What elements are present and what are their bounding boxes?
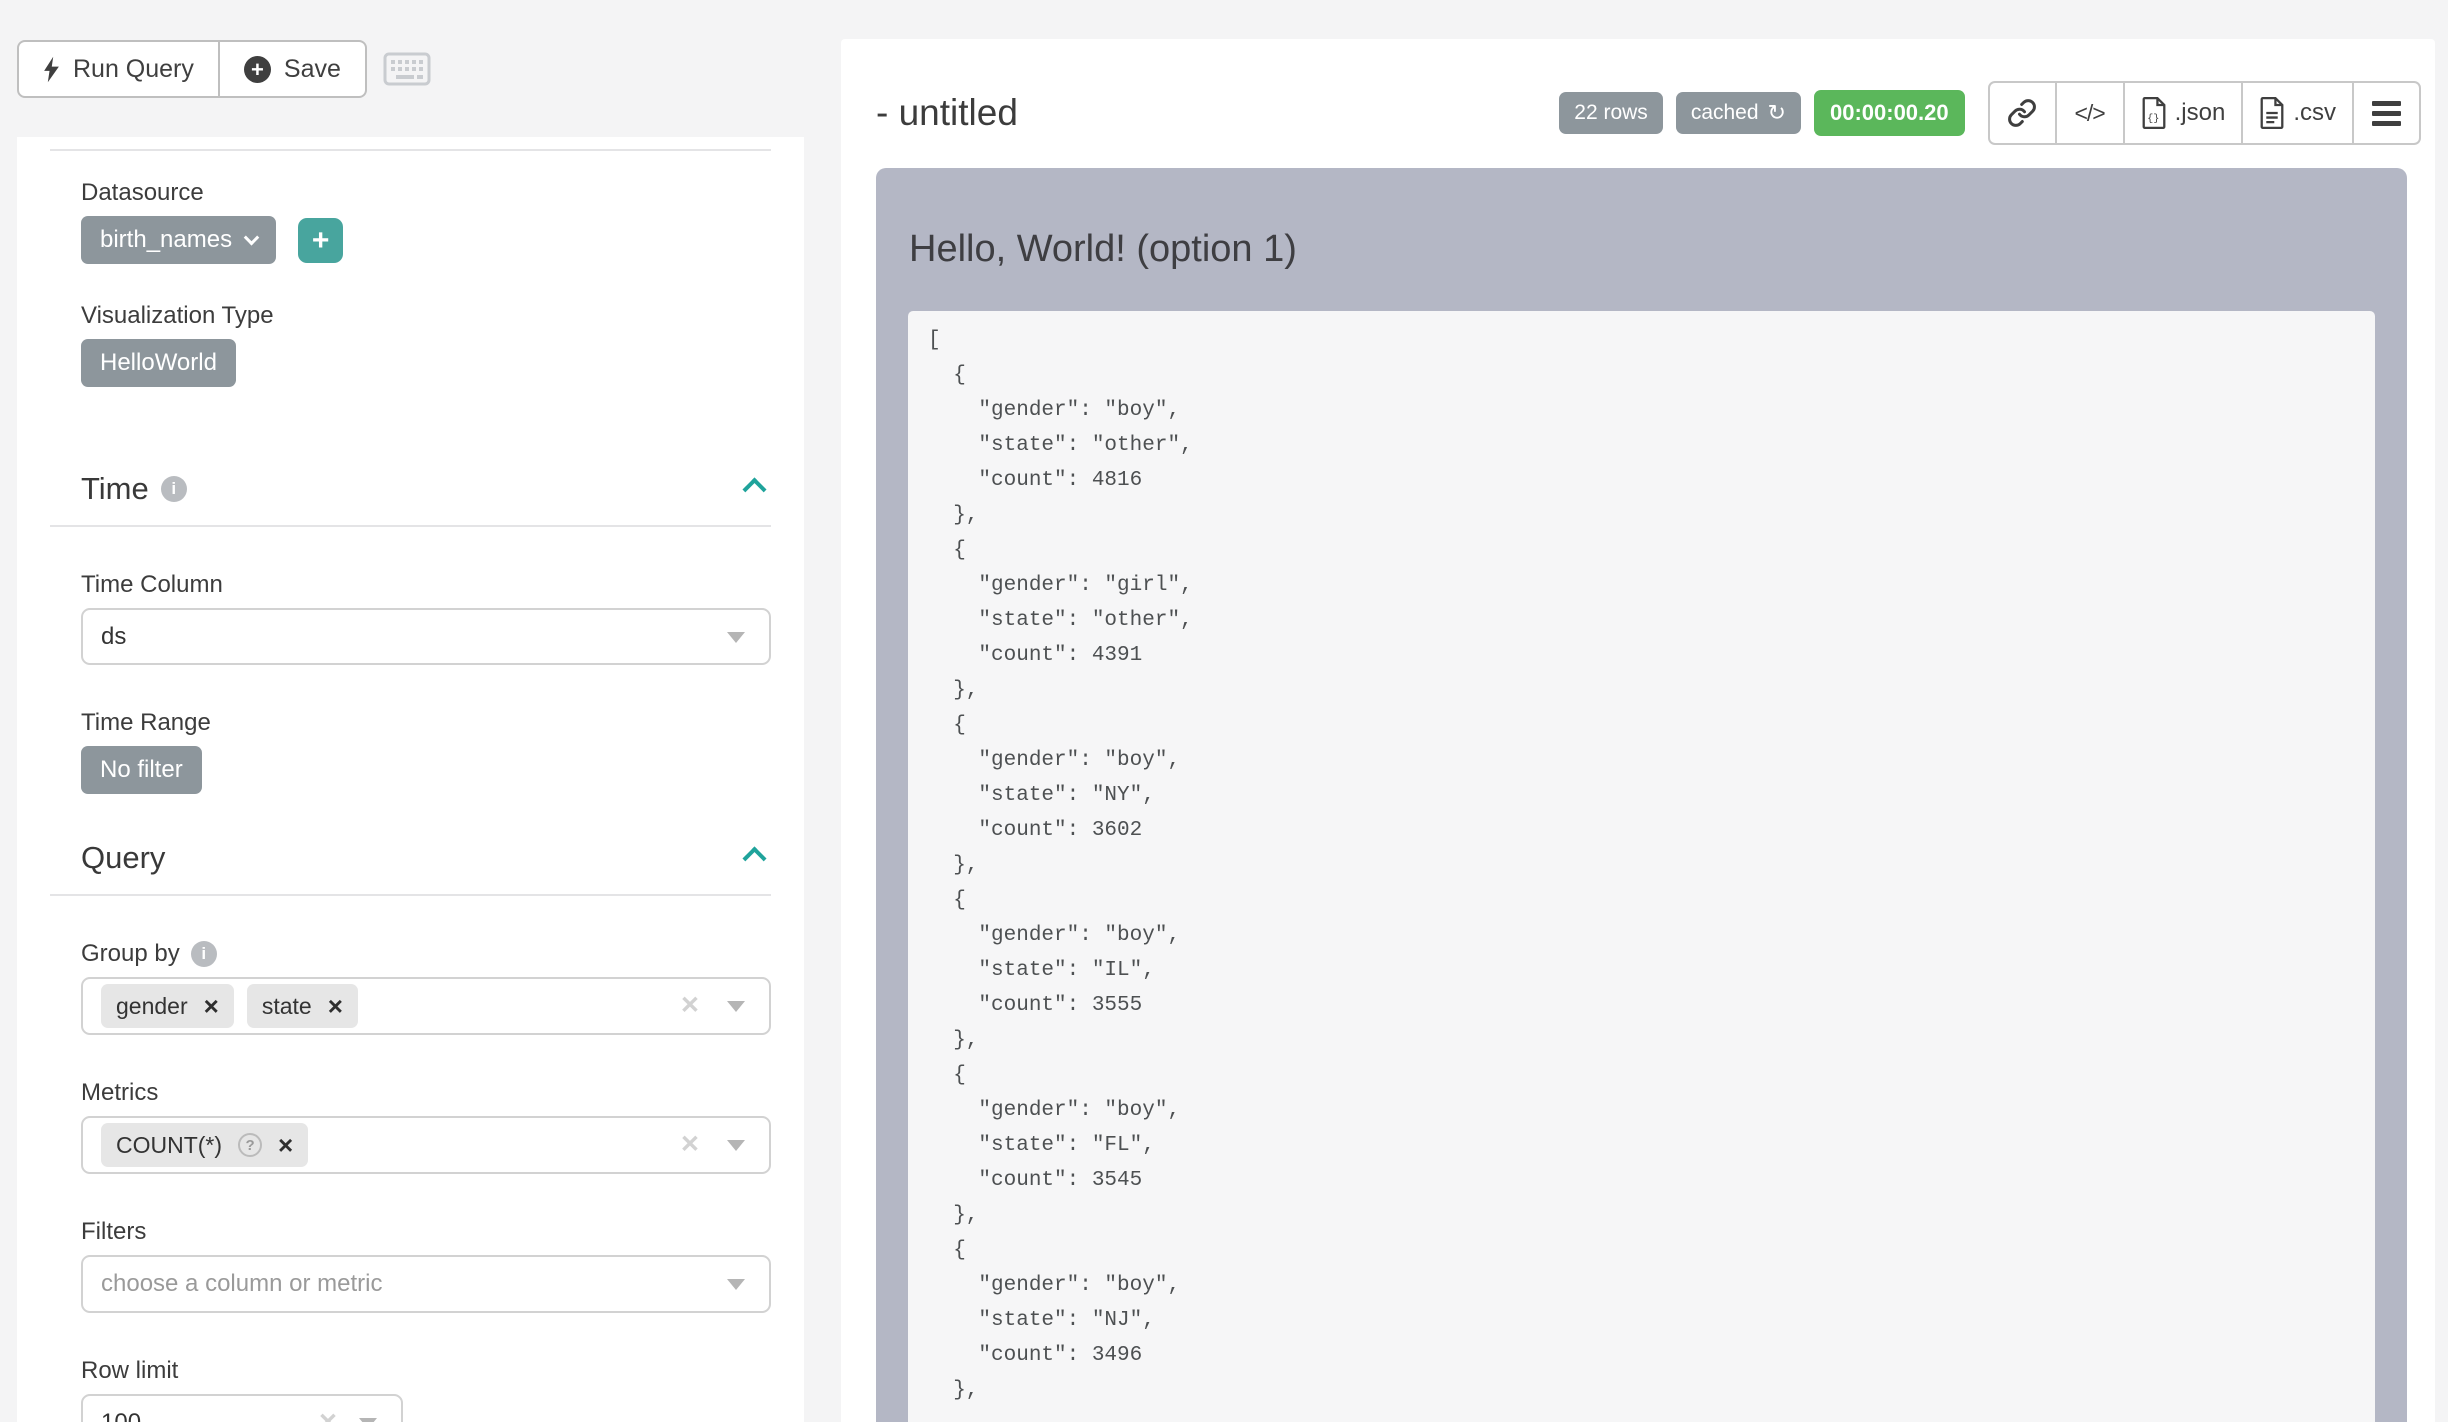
query-section-title: Query bbox=[81, 840, 165, 876]
collapse-chevron-up-icon[interactable] bbox=[742, 846, 766, 870]
info-icon: i bbox=[191, 941, 217, 967]
row-count-badge: 22 rows bbox=[1559, 92, 1663, 134]
row-limit-value: 100 bbox=[101, 1409, 141, 1422]
code-icon: </> bbox=[2074, 100, 2104, 127]
csv-file-icon bbox=[2259, 97, 2285, 129]
hamburger-icon bbox=[2372, 101, 2401, 126]
info-icon: i bbox=[161, 476, 187, 502]
control-panel: Datasource birth_names + Visualization T… bbox=[17, 137, 804, 1422]
save-label: Save bbox=[284, 55, 341, 84]
plus-circle-icon: + bbox=[244, 56, 271, 83]
row-limit-select[interactable]: 100 × bbox=[81, 1394, 403, 1422]
remove-chip-icon[interactable]: × bbox=[204, 991, 219, 1022]
time-section-header: Time i bbox=[81, 471, 771, 507]
time-section-title: Time bbox=[81, 471, 149, 507]
export-button-group: </> {} .json .csv bbox=[1988, 81, 2421, 145]
export-csv-label: .csv bbox=[2293, 99, 2336, 127]
metrics-label: Metrics bbox=[81, 1079, 771, 1107]
export-csv-button[interactable]: .csv bbox=[2242, 81, 2353, 145]
short-link-button[interactable] bbox=[1988, 81, 2056, 145]
menu-button[interactable] bbox=[2353, 81, 2421, 145]
filters-label: Filters bbox=[81, 1218, 771, 1246]
cached-badge[interactable]: cached ↻ bbox=[1676, 92, 1801, 134]
time-column-value: ds bbox=[101, 623, 126, 651]
time-range-label: Time Range bbox=[81, 709, 771, 737]
time-range-button[interactable]: No filter bbox=[81, 746, 202, 794]
clear-select-icon[interactable]: × bbox=[681, 987, 699, 1023]
clear-select-icon[interactable]: × bbox=[681, 1126, 699, 1162]
section-divider bbox=[50, 894, 771, 896]
refresh-icon: ↻ bbox=[1768, 102, 1786, 124]
dropdown-triangle-icon bbox=[727, 1001, 745, 1012]
clear-select-icon[interactable]: × bbox=[319, 1404, 337, 1422]
query-section-header: Query bbox=[81, 840, 771, 876]
dropdown-triangle-icon bbox=[727, 1279, 745, 1290]
keyboard-shortcuts-icon[interactable] bbox=[383, 52, 431, 86]
dropdown-triangle-icon bbox=[727, 1140, 745, 1151]
remove-chip-icon[interactable]: × bbox=[278, 1130, 293, 1161]
datasource-value: birth_names bbox=[100, 226, 232, 254]
time-column-select[interactable]: ds bbox=[81, 608, 771, 665]
chevron-down-icon bbox=[244, 229, 260, 245]
lightning-bolt-icon bbox=[43, 56, 60, 83]
export-json-button[interactable]: {} .json bbox=[2124, 81, 2243, 145]
chart-title: Hello, World! (option 1) bbox=[909, 228, 2407, 271]
group-by-label: Group by i bbox=[81, 940, 771, 968]
question-circle-icon: ? bbox=[238, 1133, 262, 1157]
chart-json-output: [ { "gender": "boy", "state": "other", "… bbox=[928, 323, 2375, 1408]
run-query-label: Run Query bbox=[73, 55, 194, 84]
time-column-label: Time Column bbox=[81, 571, 771, 599]
visualization-panel: Hello, World! (option 1) [ { "gender": "… bbox=[876, 168, 2407, 1422]
collapse-chevron-up-icon[interactable] bbox=[742, 477, 766, 501]
filters-select[interactable]: choose a column or metric bbox=[81, 1255, 771, 1313]
svg-text:{}: {} bbox=[2147, 113, 2159, 125]
group-by-select[interactable]: gender × state × × bbox=[81, 977, 771, 1035]
datasource-select-button[interactable]: birth_names bbox=[81, 216, 276, 264]
slice-title[interactable]: - untitled bbox=[876, 92, 1018, 134]
panel-top-divider bbox=[50, 149, 771, 151]
save-button[interactable]: + Save bbox=[220, 40, 367, 98]
datasource-label: Datasource bbox=[81, 179, 771, 207]
viz-type-value: HelloWorld bbox=[100, 349, 217, 377]
dropdown-triangle-icon bbox=[727, 632, 745, 643]
query-button-group: Run Query + Save bbox=[17, 40, 367, 98]
run-query-button[interactable]: Run Query bbox=[17, 40, 220, 98]
row-limit-label: Row limit bbox=[81, 1357, 771, 1385]
time-range-value: No filter bbox=[100, 756, 183, 784]
section-divider bbox=[50, 525, 771, 527]
export-json-label: .json bbox=[2175, 99, 2226, 127]
group-by-chip[interactable]: gender × bbox=[101, 984, 234, 1028]
result-header: - untitled 22 rows cached ↻ 00:00:00.20 bbox=[841, 39, 2435, 145]
group-by-chip[interactable]: state × bbox=[247, 984, 358, 1028]
chip-label: gender bbox=[116, 993, 188, 1020]
viz-type-label: Visualization Type bbox=[81, 302, 771, 330]
json-file-icon: {} bbox=[2141, 97, 2167, 129]
viz-type-button[interactable]: HelloWorld bbox=[81, 339, 236, 387]
explore-toolbar: Run Query + Save bbox=[17, 40, 431, 98]
filters-placeholder: choose a column or metric bbox=[101, 1270, 382, 1298]
chart-code-container[interactable]: [ { "gender": "boy", "state": "other", "… bbox=[908, 311, 2375, 1422]
chip-label: COUNT(*) bbox=[116, 1132, 222, 1159]
link-icon bbox=[2007, 98, 2037, 128]
chip-label: state bbox=[262, 993, 312, 1020]
view-query-button[interactable]: </> bbox=[2056, 81, 2124, 145]
result-panel: - untitled 22 rows cached ↻ 00:00:00.20 bbox=[841, 39, 2435, 1422]
dropdown-triangle-icon bbox=[359, 1418, 377, 1422]
add-datasource-button[interactable]: + bbox=[298, 218, 343, 263]
timer-badge: 00:00:00.20 bbox=[1814, 90, 1965, 136]
metric-chip[interactable]: COUNT(*) ? × bbox=[101, 1123, 308, 1167]
remove-chip-icon[interactable]: × bbox=[328, 991, 343, 1022]
metrics-select[interactable]: COUNT(*) ? × × bbox=[81, 1116, 771, 1174]
